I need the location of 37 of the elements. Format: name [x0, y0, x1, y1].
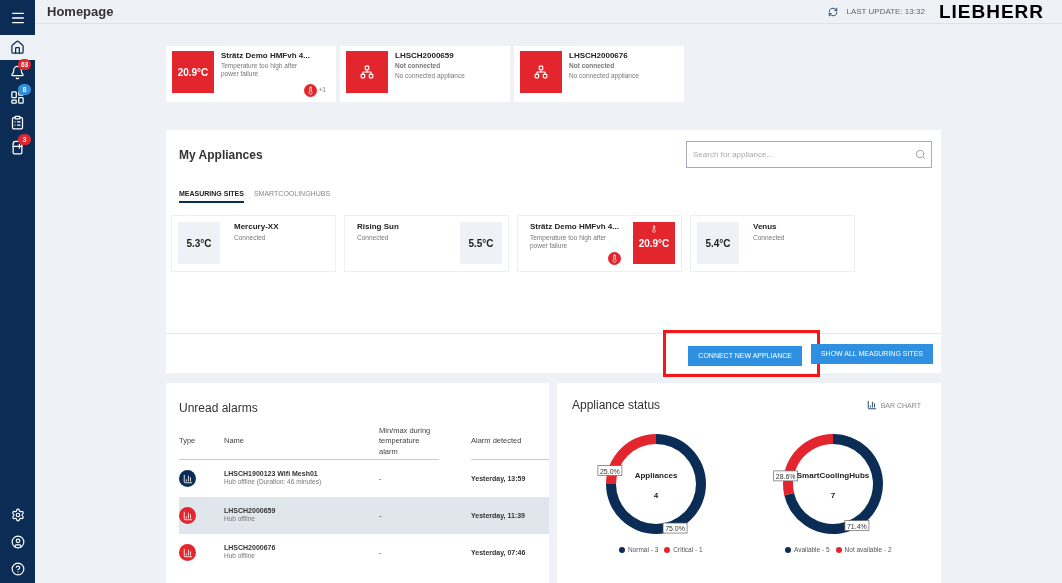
- appliance-name: LHSCH2000676: [569, 51, 629, 60]
- settings-icon: [10, 507, 25, 522]
- temperature-tile: 5.3°C: [178, 222, 220, 264]
- thermometer-icon: [303, 84, 317, 97]
- chart-total: 7: [831, 491, 836, 500]
- temperature-tile: 5.5°C: [460, 222, 502, 264]
- chart-title: Appliances: [634, 471, 678, 480]
- last-update: LAST UPDATE: 13:32: [846, 7, 925, 16]
- home-nav-button[interactable]: [0, 35, 35, 60]
- clipboard-icon: [10, 115, 25, 130]
- site-name: Venus: [753, 222, 778, 231]
- temperature-tile: 20.9°C: [633, 222, 675, 264]
- panel-title: Unread alarms: [179, 401, 258, 415]
- refresh-icon: [828, 6, 839, 17]
- search-field[interactable]: Search for appliance...: [686, 141, 932, 168]
- network-icon: [360, 65, 374, 79]
- logo: LIEBHERR: [938, 0, 1044, 23]
- search-icon: [915, 149, 926, 160]
- site-name: Mercury-XX: [234, 222, 280, 231]
- panel-title: My Appliances: [179, 147, 263, 162]
- help-icon: [10, 561, 25, 576]
- site-name: Rising Sun: [357, 222, 400, 231]
- panel-title: Appliance status: [572, 398, 661, 412]
- appliance-name: LHSCH2000659: [395, 51, 455, 60]
- thermometer-icon: [650, 225, 658, 233]
- temperature-value: 20.9°C: [172, 51, 214, 93]
- chart-title: SmartCoolingHubs: [797, 471, 870, 480]
- user-icon: [10, 534, 25, 549]
- chart-total: 4: [653, 491, 658, 500]
- site-name: Strätz Demo HMFvh 4...: [530, 222, 620, 231]
- bar-chart-icon: [866, 400, 877, 410]
- appliance-name: Strätz Demo HMFvh 4...: [221, 51, 310, 60]
- thermometer-icon: [608, 252, 621, 265]
- page-title: Homepage: [47, 4, 114, 19]
- home-icon: [10, 40, 25, 55]
- temperature-tile: 5.4°C: [697, 222, 739, 264]
- network-icon: [534, 65, 548, 79]
